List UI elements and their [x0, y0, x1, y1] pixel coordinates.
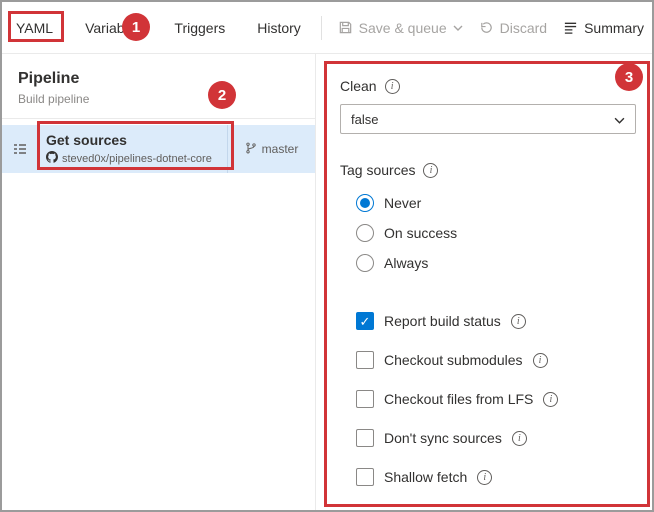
checkbox[interactable] — [356, 351, 374, 369]
top-bar: YAML Variables Triggers History Save & q… — [2, 2, 652, 54]
pipeline-subtitle: Build pipeline — [18, 92, 299, 106]
tag-sources-info-icon[interactable] — [423, 163, 438, 178]
tab-bar: YAML Variables Triggers History — [16, 20, 301, 36]
checkbox-label: Checkout files from LFS — [384, 391, 533, 407]
source-options-checkboxes: Report build status Checkout submodules … — [356, 312, 636, 486]
radio-button[interactable] — [356, 194, 374, 212]
tag-sources-radio-group: Never On success Always — [356, 194, 636, 272]
info-icon[interactable] — [543, 392, 558, 407]
checkbox-report-build-status[interactable]: Report build status — [356, 312, 636, 330]
repo-name: steved0x/pipelines-dotnet-core — [62, 153, 212, 165]
tab-yaml[interactable]: YAML — [16, 20, 53, 36]
source-settings-panel: Clean false Tag sources Never — [316, 54, 652, 510]
main-body: Pipeline Build pipeline Get sources — [2, 54, 652, 510]
checkbox-label: Shallow fetch — [384, 469, 467, 485]
tag-sources-field-label: Tag sources — [340, 162, 636, 178]
github-icon — [46, 151, 58, 166]
checkbox-shallow-fetch[interactable]: Shallow fetch — [356, 468, 636, 486]
radio-label: Never — [384, 195, 421, 211]
checkbox-label: Report build status — [384, 313, 501, 329]
radio-button[interactable] — [356, 224, 374, 242]
checkbox-label: Checkout submodules — [384, 352, 523, 368]
clean-dropdown[interactable]: false — [340, 104, 636, 134]
summary-button[interactable]: Summary — [563, 20, 644, 36]
discard-label: Discard — [500, 20, 547, 36]
radio-label: On success — [384, 225, 457, 241]
chevron-down-icon — [614, 112, 625, 127]
tag-sources-label: Tag sources — [340, 162, 415, 178]
pipeline-title: Pipeline — [18, 70, 299, 88]
radio-label: Always — [384, 255, 428, 271]
clean-info-icon[interactable] — [385, 79, 400, 94]
toolbar-divider — [321, 16, 322, 40]
pipeline-sidebar: Pipeline Build pipeline Get sources — [2, 54, 316, 510]
summary-label: Summary — [584, 20, 644, 36]
discard-button[interactable]: Discard — [479, 20, 547, 36]
save-and-queue-button[interactable]: Save & queue — [338, 20, 463, 36]
info-icon[interactable] — [477, 470, 492, 485]
summary-list-icon — [563, 20, 578, 35]
checkbox[interactable] — [356, 312, 374, 330]
get-sources-info: Get sources steved0x/pipelines-dotnet-co… — [38, 125, 227, 173]
pipeline-header: Pipeline Build pipeline — [2, 54, 315, 119]
branch-selector[interactable]: master — [227, 125, 315, 173]
info-icon[interactable] — [511, 314, 526, 329]
pipeline-editor-window: YAML Variables Triggers History Save & q… — [0, 0, 654, 512]
save-and-queue-label: Save & queue — [359, 20, 447, 36]
get-sources-row[interactable]: Get sources steved0x/pipelines-dotnet-co… — [2, 125, 315, 173]
repo-line: steved0x/pipelines-dotnet-core — [46, 151, 227, 166]
checkbox-dont-sync-sources[interactable]: Don't sync sources — [356, 429, 636, 447]
clean-label: Clean — [340, 78, 377, 94]
checkbox-checkout-submodules[interactable]: Checkout submodules — [356, 351, 636, 369]
info-icon[interactable] — [533, 353, 548, 368]
radio-option-never[interactable]: Never — [356, 194, 636, 212]
radio-button[interactable] — [356, 254, 374, 272]
branch-icon — [245, 142, 257, 157]
toolbar: Save & queue Discard — [321, 16, 644, 40]
get-sources-title: Get sources — [46, 132, 227, 148]
discard-icon — [479, 20, 494, 35]
tab-variables[interactable]: Variables — [85, 20, 142, 36]
branch-name: master — [262, 142, 299, 156]
clean-field-label: Clean — [340, 78, 636, 94]
tab-triggers[interactable]: Triggers — [174, 20, 225, 36]
checkbox-checkout-files-from-lfs[interactable]: Checkout files from LFS — [356, 390, 636, 408]
info-icon[interactable] — [512, 431, 527, 446]
save-icon — [338, 20, 353, 35]
tab-history[interactable]: History — [257, 20, 301, 36]
checkbox[interactable] — [356, 429, 374, 447]
radio-option-always[interactable]: Always — [356, 254, 636, 272]
checkbox[interactable] — [356, 390, 374, 408]
checkbox[interactable] — [356, 468, 374, 486]
radio-option-on-success[interactable]: On success — [356, 224, 636, 242]
checkbox-label: Don't sync sources — [384, 430, 502, 446]
chevron-down-icon — [453, 25, 463, 31]
clean-dropdown-value: false — [351, 112, 378, 127]
tasks-list-icon — [2, 125, 38, 173]
